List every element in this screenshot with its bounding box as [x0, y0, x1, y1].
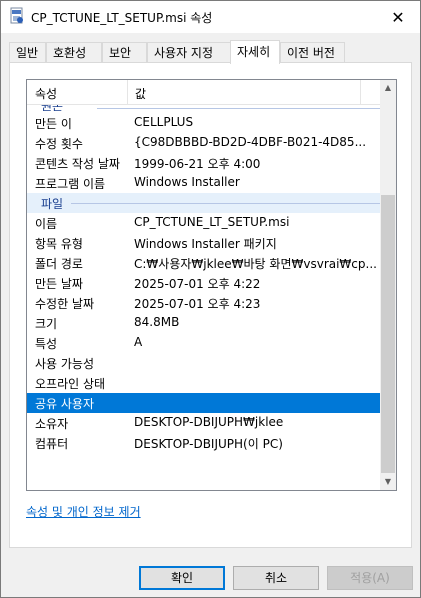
- list-rows: 원본 만든 이 CELLPLUS 수정 횟수 {C98DBBBD-BD2D-4DBF-…: [27, 105, 381, 453]
- table-row[interactable]: 항목 유형 Windows Installer 패키지: [27, 233, 381, 253]
- cancel-button[interactable]: 취소: [233, 566, 319, 590]
- tab-strip: 일반 호환성 보안 사용자 지정 자세히 이전 버전: [9, 40, 413, 64]
- table-row[interactable]: 이름 CP_TCTUNE_LT_SETUP.msi: [27, 213, 381, 233]
- tab-compatibility[interactable]: 호환성: [46, 42, 102, 62]
- list-header: 속성 값: [27, 80, 381, 105]
- tab-customize[interactable]: 사용자 지정: [147, 42, 232, 62]
- property-value: 84.8MB: [134, 315, 180, 329]
- table-row[interactable]: 폴더 경로 C:₩사용자₩jklee₩바탕 화면₩vsvrai₩cp...: [27, 253, 381, 273]
- scroll-up-icon[interactable]: ▲: [380, 80, 396, 96]
- property-value: A: [134, 335, 143, 349]
- table-row[interactable]: 프로그램 이름 Windows Installer: [27, 173, 381, 193]
- property-value: CELLPLUS: [134, 115, 194, 129]
- property-name: 프로그램 이름: [35, 177, 106, 191]
- table-row[interactable]: 만든 날짜 2025-07-01 오후 4:22: [27, 273, 381, 293]
- property-value: {C98DBBBD-BD2D-4DBF-B021-4D85...: [134, 135, 367, 149]
- property-name: 만든 이: [35, 117, 72, 131]
- property-value: Windows Installer: [134, 175, 240, 189]
- properties-dialog: CP_TCTUNE_LT_SETUP.msi 속성 ✕ 일반 호환성 보안 사용…: [0, 0, 421, 598]
- column-header-value[interactable]: 값: [135, 85, 146, 102]
- group-header-origin: 원본: [27, 105, 381, 113]
- tab-general[interactable]: 일반: [9, 42, 46, 62]
- property-name: 콘텐츠 작성 날짜: [35, 157, 120, 171]
- property-name: 수정한 날짜: [35, 297, 95, 311]
- property-value: DESKTOP-DBIJUPH(이 PC): [134, 437, 283, 451]
- properties-list[interactable]: 속성 값 원본 만든 이 CELLPLUS 수정 횟수 {C98DBBBD-BD2D-…: [26, 79, 397, 491]
- ok-button[interactable]: 확인: [139, 566, 225, 590]
- group-label: 원본: [41, 105, 64, 113]
- title-bar: CP_TCTUNE_LT_SETUP.msi 속성 ✕: [1, 1, 420, 33]
- property-name: 크기: [35, 317, 58, 331]
- tab-previous-versions[interactable]: 이전 버전: [280, 42, 345, 62]
- window-title: CP_TCTUNE_LT_SETUP.msi 속성: [31, 11, 213, 25]
- tab-security[interactable]: 보안: [102, 42, 147, 62]
- column-header-property[interactable]: 속성: [35, 85, 57, 102]
- property-name: 공유 사용자: [35, 397, 95, 411]
- group-header-file: 파일: [27, 193, 381, 213]
- property-value: DESKTOP-DBIJUPH₩jklee: [134, 415, 284, 429]
- group-divider: [71, 203, 381, 204]
- property-name: 사용 가능성: [35, 357, 95, 371]
- property-name: 수정 횟수: [35, 137, 83, 151]
- property-name: 이름: [35, 217, 58, 231]
- tab-details[interactable]: 자세히: [230, 40, 280, 64]
- scroll-down-icon[interactable]: ▼: [380, 474, 396, 490]
- group-label: 파일: [41, 197, 64, 211]
- remove-properties-link[interactable]: 속성 및 개인 정보 제거: [26, 503, 141, 520]
- close-button[interactable]: ✕: [376, 1, 420, 33]
- property-value: Windows Installer 패키지: [134, 237, 277, 251]
- table-row[interactable]: 컴퓨터 DESKTOP-DBIJUPH(이 PC): [27, 433, 381, 453]
- table-row[interactable]: 만든 이 CELLPLUS: [27, 113, 381, 133]
- msi-file-icon: [10, 7, 23, 24]
- column-divider[interactable]: [360, 80, 361, 104]
- column-divider[interactable]: [127, 80, 128, 104]
- table-row[interactable]: 공유 사용자: [27, 393, 381, 413]
- property-value: 2025-07-01 오후 4:22: [134, 277, 261, 291]
- table-row[interactable]: 특성 A: [27, 333, 381, 353]
- table-row[interactable]: 콘텐츠 작성 날짜 1999-06-21 오후 4:00: [27, 153, 381, 173]
- property-value: 1999-06-21 오후 4:00: [134, 157, 261, 171]
- property-name: 항목 유형: [35, 237, 83, 251]
- table-row[interactable]: 수정 횟수 {C98DBBBD-BD2D-4DBF-B021-4D85...: [27, 133, 381, 153]
- property-name: 폴더 경로: [35, 257, 83, 271]
- table-row[interactable]: 크기 84.8MB: [27, 313, 381, 333]
- property-name: 특성: [35, 337, 58, 351]
- table-row[interactable]: 사용 가능성: [27, 353, 381, 373]
- apply-button[interactable]: 적용(A): [327, 566, 413, 590]
- close-icon: ✕: [391, 7, 405, 27]
- property-value: 2025-07-01 오후 4:23: [134, 297, 261, 311]
- group-divider: [97, 108, 381, 109]
- table-row[interactable]: 수정한 날짜 2025-07-01 오후 4:23: [27, 293, 381, 313]
- property-name: 오프라인 상태: [35, 377, 106, 391]
- details-panel: 속성 값 원본 만든 이 CELLPLUS 수정 횟수 {C98DBBBD-BD2D-…: [9, 62, 412, 548]
- property-name: 소유자: [35, 417, 69, 431]
- vertical-scrollbar[interactable]: ▲ ▼: [380, 80, 396, 490]
- table-row[interactable]: 오프라인 상태: [27, 373, 381, 393]
- scroll-thumb[interactable]: [381, 195, 395, 473]
- table-row[interactable]: 소유자 DESKTOP-DBIJUPH₩jklee: [27, 413, 381, 433]
- property-value: CP_TCTUNE_LT_SETUP.msi: [134, 215, 290, 229]
- property-name: 만든 날짜: [35, 277, 83, 291]
- property-name: 컴퓨터: [35, 437, 69, 451]
- property-value: C:₩사용자₩jklee₩바탕 화면₩vsvrai₩cp...: [134, 257, 377, 271]
